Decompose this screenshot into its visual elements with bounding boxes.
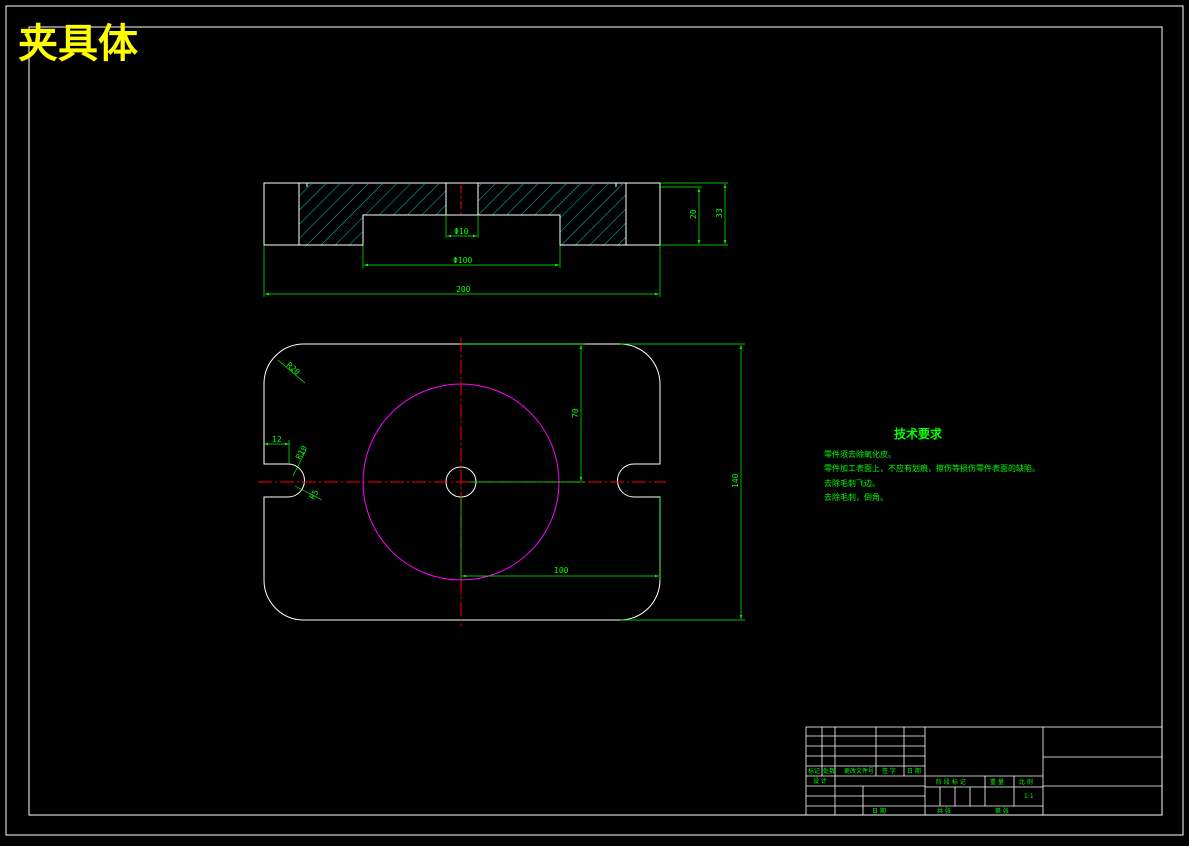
dim-half-width: 100 xyxy=(554,566,569,575)
tb-scale: 比 例 xyxy=(1019,778,1033,786)
section-view: Φ10 Φ100 200 20 33 xyxy=(263,182,728,297)
dim-recess-depth: 20 xyxy=(689,209,698,219)
drawing-canvas: 夹具体 Φ10 Φ100 200 20 33 R20 12 R10 R5 70 … xyxy=(5,5,1184,836)
dim-recess-width: Φ100 xyxy=(453,256,472,265)
dim-overall-width: 200 xyxy=(456,285,471,294)
plan-view: R20 12 R10 R5 70 140 100 xyxy=(258,338,745,626)
tech-line-2: 零件加工表面上，不应有划痕，擦伤等损伤零件表面的缺陷。 xyxy=(824,463,1040,473)
dim-hole-width: Φ10 xyxy=(454,227,469,236)
tb-change-doc: 更改文件号 xyxy=(844,767,874,775)
dim-half-height: 70 xyxy=(571,408,580,418)
dim-overall-height: 140 xyxy=(731,473,740,488)
tech-line-3: 去除毛刺飞边。 xyxy=(824,478,880,488)
tb-date: 日 期 xyxy=(907,767,921,775)
title-block-labels: 标记 处数 更改文件号 签 字 日 期 设 计 阶 段 标 记 重 量 比 例 … xyxy=(808,767,1034,815)
dim-total-height: 33 xyxy=(715,208,724,218)
cad-drawing-sheet: 夹具体 Φ10 Φ100 200 20 33 R20 12 R10 R5 70 … xyxy=(0,0,1189,841)
tb-count: 处数 xyxy=(823,767,835,775)
dim-corner-radius: R20 xyxy=(285,361,302,377)
dim-slot-inner-radius: R5 xyxy=(308,488,321,501)
outer-border xyxy=(5,5,1184,836)
tb-scale-value: 1:1 xyxy=(1024,793,1034,800)
tech-line-1: 零件须去除氧化皮。 xyxy=(824,449,896,459)
tb-sheet-no: 第 张 xyxy=(995,807,1009,815)
drawing-title: 夹具体 xyxy=(18,21,138,67)
tb-signature: 签 字 xyxy=(882,767,896,775)
tb-stage-mark: 阶 段 标 记 xyxy=(936,778,966,786)
tb-design: 设 计 xyxy=(813,777,827,785)
tech-line-4: 去除毛刺，倒角。 xyxy=(824,492,888,502)
dim-slot-width: 12 xyxy=(272,435,282,444)
tb-total-sheets: 共 张 xyxy=(937,807,951,815)
inner-border xyxy=(28,26,1163,816)
dim-slot-radius: R10 xyxy=(294,444,309,461)
tb-mark: 标记 xyxy=(808,767,820,775)
tb-approve-date: 日 期 xyxy=(872,807,886,815)
tech-heading: 技术要求 xyxy=(894,426,943,441)
tech-requirements: 技术要求 零件须去除氧化皮。 零件加工表面上，不应有划痕，擦伤等损伤零件表面的缺… xyxy=(824,426,1040,502)
tb-weight: 重 量 xyxy=(990,778,1004,786)
